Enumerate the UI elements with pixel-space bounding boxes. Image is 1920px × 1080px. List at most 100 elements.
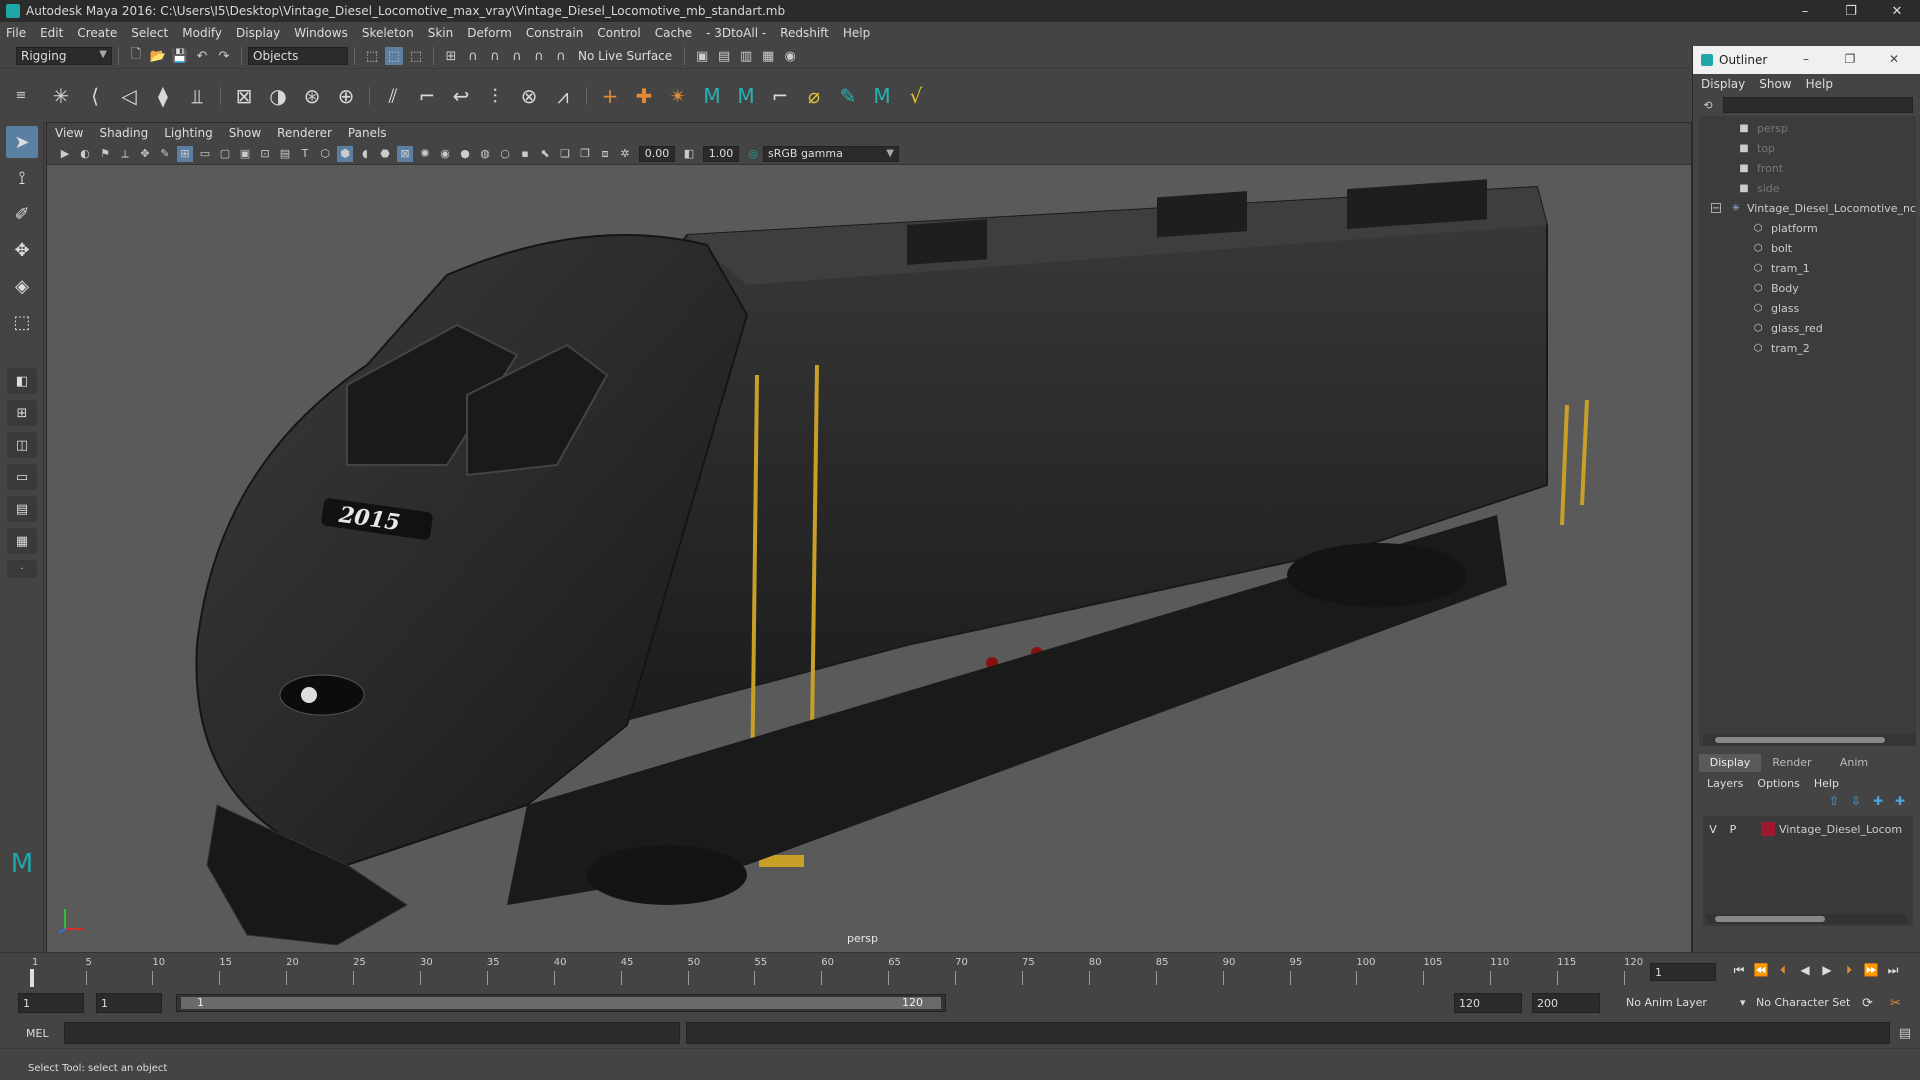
2d-pan-icon[interactable]: ✥ xyxy=(137,146,153,162)
outliner-minimize-button[interactable]: – xyxy=(1784,52,1828,66)
outliner-tree[interactable]: ■ persp ■ top ■ front ■ side − ✳ Vintage_Diese… xyxy=(1699,116,1916,746)
character-set-dropdown[interactable]: No Character Set xyxy=(1756,996,1850,1009)
play-backwards-icon[interactable]: ◀ xyxy=(1794,963,1816,978)
go-to-end-icon[interactable]: ⏭ xyxy=(1882,963,1904,978)
point-constraint-icon[interactable]: + xyxy=(595,81,625,111)
close-button[interactable]: ✕ xyxy=(1874,0,1920,22)
layer-menu-layers[interactable]: Layers xyxy=(1707,777,1743,790)
influence-icon[interactable]: ⊗ xyxy=(514,81,544,111)
menu-deform[interactable]: Deform xyxy=(467,26,512,40)
joint-tool-icon[interactable]: ✳ xyxy=(46,81,76,111)
gamma-field[interactable]: 1.00 xyxy=(703,145,739,162)
menu-constrain[interactable]: Constrain xyxy=(526,26,584,40)
outliner-menu-help[interactable]: Help xyxy=(1806,77,1833,91)
outliner-item-tram-1[interactable]: ⬡ tram_1 xyxy=(1699,258,1916,278)
minimize-button[interactable]: – xyxy=(1782,0,1828,22)
hypershade-layout-icon[interactable]: ▦ xyxy=(7,528,37,554)
aim-constraint-icon[interactable]: ✚ xyxy=(629,81,659,111)
menu-edit[interactable]: Edit xyxy=(40,26,63,40)
outliner-item-glass[interactable]: ⬡ glass xyxy=(1699,298,1916,318)
resolution-gate-icon[interactable]: ▢ xyxy=(217,146,233,162)
menu-create[interactable]: Create xyxy=(77,26,117,40)
live-surface-label[interactable]: No Live Surface xyxy=(578,49,672,63)
outliner-item-tram-2[interactable]: ⬡ tram_2 xyxy=(1699,338,1916,358)
outliner-horizontal-scrollbar[interactable] xyxy=(1703,734,1916,746)
step-back-icon[interactable]: ⏪ xyxy=(1750,963,1772,978)
outliner-item-group[interactable]: − ✳ Vintage_Diesel_Locomotive_nc xyxy=(1699,198,1916,218)
time-ticks[interactable]: 1 5 10 15 20 25 30 35 40 45 50 55 60 65 70 75 80 85 90 95 10… xyxy=(28,957,1643,987)
ik-spline-icon[interactable]: ◁ xyxy=(114,81,144,111)
scrollbar-thumb[interactable] xyxy=(1715,737,1885,743)
menu-modify[interactable]: Modify xyxy=(182,26,222,40)
paint-select-icon[interactable]: ✐ xyxy=(6,198,38,230)
shadows-icon[interactable]: ◉ xyxy=(437,146,453,162)
scale-tool-icon[interactable]: ⬚ xyxy=(6,306,38,338)
menu-skeleton[interactable]: Skeleton xyxy=(362,26,414,40)
outliner-close-button[interactable]: ✕ xyxy=(1872,52,1916,66)
start-time-field[interactable]: 1 xyxy=(18,993,84,1013)
two-pane-layout-icon[interactable]: ◫ xyxy=(7,432,37,458)
layer-color-swatch[interactable] xyxy=(1761,822,1775,836)
animation-preferences-icon[interactable]: ✂ xyxy=(1890,996,1901,1011)
isolate-select-icon[interactable]: ⬉ xyxy=(537,146,553,162)
undo-icon[interactable]: ↶ xyxy=(193,47,211,65)
move-tool-icon[interactable]: ✥ xyxy=(6,234,38,266)
layer-menu-options[interactable]: Options xyxy=(1757,777,1799,790)
exposure-icon[interactable]: ✲ xyxy=(617,146,633,162)
wireframe-on-shaded-icon[interactable]: ⬣ xyxy=(377,146,393,162)
outliner-item-glass-red[interactable]: ⬡ glass_red xyxy=(1699,318,1916,338)
xray-icon[interactable]: ❏ xyxy=(557,146,573,162)
layer-horizontal-scrollbar[interactable] xyxy=(1707,914,1907,924)
use-all-lights-icon[interactable]: ✺ xyxy=(417,146,433,162)
camera-icon[interactable]: ▶ xyxy=(57,146,73,162)
outliner-item-side[interactable]: ■ side xyxy=(1699,178,1916,198)
hik-character-icon[interactable]: M xyxy=(731,81,761,111)
save-scene-icon[interactable]: 💾 xyxy=(171,47,189,65)
bind-skin-icon[interactable]: ⫽ xyxy=(378,81,408,111)
command-input[interactable] xyxy=(64,1022,680,1044)
outliner-item-body[interactable]: ⬡ Body xyxy=(1699,278,1916,298)
script-language-label[interactable]: MEL xyxy=(26,1027,60,1040)
cluster-icon[interactable]: ◑ xyxy=(263,81,293,111)
color-management-icon[interactable]: ◎ xyxy=(745,146,761,162)
menuset-dropdown[interactable]: Rigging ▼ xyxy=(16,47,112,65)
layer-row[interactable]: V P Vintage_Diesel_Locom xyxy=(1703,820,1913,838)
open-scene-icon[interactable]: 📂 xyxy=(149,47,167,65)
move-layer-up-icon[interactable]: ⇧ xyxy=(1823,794,1845,816)
outliner-search-input[interactable] xyxy=(1723,97,1913,113)
more-layouts-icon[interactable]: · xyxy=(7,560,37,578)
menu-redshift[interactable]: Redshift xyxy=(780,26,829,40)
range-bar-fill[interactable] xyxy=(181,997,941,1009)
shelf-menu-icon[interactable]: ≡ xyxy=(12,87,30,105)
auto-key-icon[interactable]: ⟳ xyxy=(1862,996,1873,1011)
scrollbar-thumb[interactable] xyxy=(1715,916,1825,922)
wrap-deformer-icon[interactable]: ⊛ xyxy=(297,81,327,111)
playback-end-field[interactable]: 120 xyxy=(1454,993,1522,1013)
vp-menu-lighting[interactable]: Lighting xyxy=(164,126,213,140)
selection-mode-dropdown[interactable]: Objects xyxy=(248,47,348,65)
bookmark-icon[interactable]: ⚑ xyxy=(97,146,113,162)
xray-components-icon[interactable]: ⧈ xyxy=(597,146,613,162)
colorspace-dropdown[interactable]: sRGB gamma ▼ xyxy=(763,145,899,162)
xray-joints-icon[interactable]: ❐ xyxy=(577,146,593,162)
outliner-item-front[interactable]: ■ front xyxy=(1699,158,1916,178)
layer-playback-toggle[interactable]: P xyxy=(1723,823,1743,836)
outliner-maximize-button[interactable]: ❐ xyxy=(1828,52,1872,66)
menu-cache[interactable]: Cache xyxy=(655,26,692,40)
remove-influence-icon[interactable]: ⩘ xyxy=(548,81,578,111)
camera-attributes-icon[interactable]: ◐ xyxy=(77,146,93,162)
gate-mask-icon[interactable]: ▣ xyxy=(237,146,253,162)
menu-windows[interactable]: Windows xyxy=(294,26,348,40)
collapse-icon[interactable]: − xyxy=(1711,203,1721,214)
detach-skin-icon[interactable]: ↩ xyxy=(446,81,476,111)
select-hierarchy-icon[interactable]: ⬚ xyxy=(363,47,381,65)
default-material-icon[interactable]: ◖ xyxy=(357,146,373,162)
outliner-layout-icon[interactable]: ▭ xyxy=(7,464,37,490)
hypershade-icon[interactable]: ◉ xyxy=(781,47,799,65)
blank-shelf-icon[interactable]: ⌐ xyxy=(765,81,795,111)
field-chart-icon[interactable]: ⊡ xyxy=(257,146,273,162)
tab-display[interactable]: Display xyxy=(1699,754,1761,772)
lattice-icon[interactable]: ⊠ xyxy=(229,81,259,111)
safe-title-icon[interactable]: T xyxy=(297,146,313,162)
depth-of-field-icon[interactable]: ▪ xyxy=(517,146,533,162)
